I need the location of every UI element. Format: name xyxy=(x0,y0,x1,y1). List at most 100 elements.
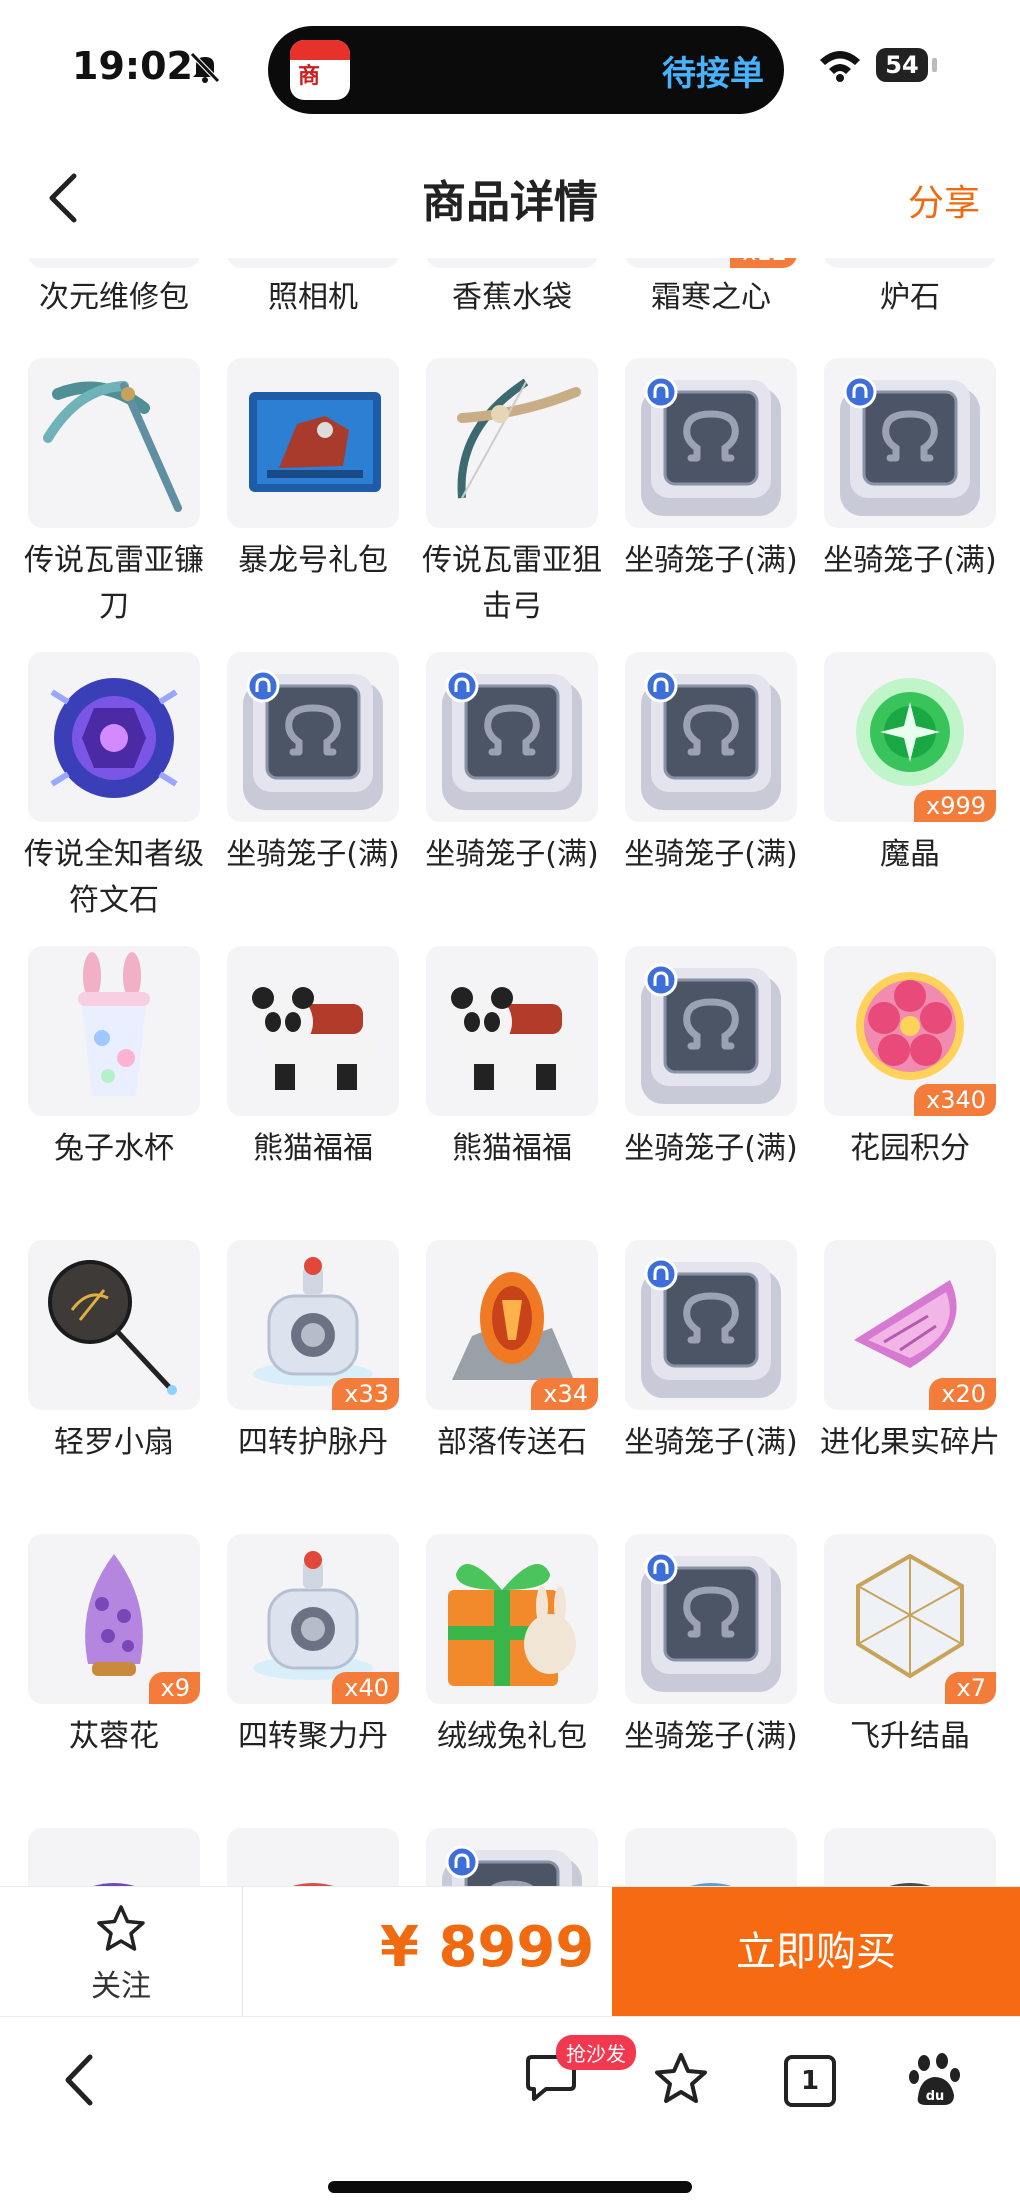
price-display: ¥ 8999 xyxy=(380,1915,595,1980)
item-card[interactable] xyxy=(625,1828,797,1886)
item-thumbnail xyxy=(28,1240,200,1410)
item-card[interactable]: x34 部落传送石 xyxy=(426,1240,598,1520)
item-label: 霜寒之心 xyxy=(651,280,771,315)
item-card[interactable]: 传说瓦雷亚狙击弓 xyxy=(422,358,602,638)
item-card[interactable]: x20 进化果实碎片 xyxy=(820,1240,1000,1520)
item-label: 坐骑笼子(满) xyxy=(624,543,798,578)
scythe-icon xyxy=(28,358,200,528)
item-card[interactable]: x340 花园积分 xyxy=(824,946,996,1226)
item-thumbnail xyxy=(227,258,399,268)
item-card[interactable]: 传说全知者级符文石 xyxy=(24,652,204,932)
item-thumbnail xyxy=(824,358,996,528)
item-thumbnail xyxy=(28,1828,200,1886)
item-thumbnail xyxy=(426,1828,598,1886)
item-card[interactable]: 坐骑笼子(满) xyxy=(624,1240,798,1520)
item-thumbnail xyxy=(625,652,797,822)
browser-back-icon[interactable] xyxy=(60,2051,100,2109)
item-card[interactable]: 坐骑笼子(满) xyxy=(425,652,599,932)
item-card[interactable]: 坐骑笼子(满) xyxy=(226,652,400,932)
nav-header: 商品详情 分享 xyxy=(0,140,1020,258)
mount-cage-icon xyxy=(625,652,797,822)
item-label: 熊猫福福 xyxy=(452,1131,572,1166)
quantity-badge: x999 xyxy=(913,790,996,822)
quantity-badge: x34 xyxy=(531,1378,598,1410)
quantity-badge: x12 xyxy=(730,258,797,268)
buy-now-button[interactable]: 立即购买 xyxy=(612,1887,1020,2017)
item-label: 次元维修包 xyxy=(39,280,189,315)
item-card[interactable]: 坐骑笼子(满) xyxy=(624,652,798,932)
item-label: 轻罗小扇 xyxy=(54,1425,174,1460)
item-thumbnail xyxy=(227,1828,399,1886)
item-thumbnail xyxy=(824,258,996,268)
item-card[interactable]: x12 霜寒之心 xyxy=(625,258,797,338)
star-outline-icon xyxy=(97,1905,145,1951)
page-title: 商品详情 xyxy=(422,177,598,228)
item-thumbnail: x33 xyxy=(227,1240,399,1410)
share-button[interactable]: 分享 xyxy=(908,174,980,226)
item-thumbnail xyxy=(625,946,797,1116)
item-card[interactable] xyxy=(28,1828,200,1886)
follow-label: 关注 xyxy=(91,1969,151,2004)
item-card[interactable] xyxy=(227,1828,399,1886)
item-card[interactable]: x9 苁蓉花 xyxy=(28,1534,200,1814)
item-thumbnail xyxy=(625,1240,797,1410)
item-thumbnail: x999 xyxy=(824,652,996,822)
baidu-paw-icon[interactable]: du xyxy=(908,2053,964,2109)
item-card[interactable] xyxy=(824,1828,996,1886)
dynamic-island[interactable]: 商 待接单 xyxy=(268,26,784,114)
svg-text:du: du xyxy=(926,2089,945,2104)
quantity-badge: x20 xyxy=(929,1378,996,1410)
follow-button[interactable]: 关注 xyxy=(0,1887,243,2017)
item-card[interactable]: 轻罗小扇 xyxy=(28,1240,200,1520)
item-card[interactable] xyxy=(426,1828,598,1886)
item-card[interactable]: x999 魔晶 xyxy=(824,652,996,932)
home-indicator xyxy=(328,2181,692,2193)
quantity-badge: x33 xyxy=(332,1378,399,1410)
panda-icon xyxy=(426,946,598,1116)
item-card[interactable]: 坐骑笼子(满) xyxy=(624,358,798,638)
item-thumbnail: x9 xyxy=(28,1534,200,1704)
item-card[interactable]: 炉石 xyxy=(824,258,996,338)
item-thumbnail xyxy=(625,358,797,528)
item-card[interactable]: 熊猫福福 xyxy=(426,946,598,1226)
item-label: 熊猫福福 xyxy=(253,1131,373,1166)
tabs-button[interactable]: 1 xyxy=(784,2055,836,2107)
comment-badge: 抢沙发 xyxy=(556,2035,636,2070)
mount-cage-icon xyxy=(625,1240,797,1410)
item-card[interactable]: 传说瓦雷亚镰刀 xyxy=(24,358,204,638)
item-card[interactable]: x33 四转护脉丹 xyxy=(227,1240,399,1520)
status-time: 19:02 xyxy=(72,44,193,88)
item-card[interactable]: 兔子水杯 xyxy=(28,946,200,1226)
bow-icon xyxy=(426,358,598,528)
fan-icon xyxy=(28,1240,200,1410)
item-card[interactable]: 坐骑笼子(满) xyxy=(624,1534,798,1814)
favorite-star-icon[interactable] xyxy=(652,2051,710,2107)
item-card[interactable]: 坐骑笼子(满) xyxy=(823,358,997,638)
mount-cage-icon xyxy=(625,946,797,1116)
item-thumbnail xyxy=(227,358,399,528)
mount-cage-icon xyxy=(227,652,399,822)
item-label: 魔晶 xyxy=(880,837,940,872)
item-card[interactable]: 香蕉水袋 xyxy=(426,258,598,338)
gift-box-icon xyxy=(227,358,399,528)
panda-icon xyxy=(227,946,399,1116)
item-label: 进化果实碎片 xyxy=(820,1425,1000,1460)
item-card[interactable]: 照相机 xyxy=(227,258,399,338)
item-card[interactable]: x7 飞升结晶 xyxy=(824,1534,996,1814)
item-thumbnail xyxy=(28,258,200,268)
item-card[interactable]: 次元维修包 xyxy=(28,258,200,338)
item-card[interactable]: x40 四转聚力丹 xyxy=(227,1534,399,1814)
item-thumbnail xyxy=(28,946,200,1116)
item-label: 炉石 xyxy=(880,280,940,315)
item-label: 暴龙号礼包 xyxy=(238,543,388,578)
item-card[interactable]: 暴龙号礼包 xyxy=(227,358,399,638)
item-thumbnail xyxy=(227,652,399,822)
mount-cage-icon xyxy=(426,652,598,822)
item-card[interactable]: 熊猫福福 xyxy=(227,946,399,1226)
mount-cage-icon xyxy=(625,358,797,528)
item-card[interactable]: 坐骑笼子(满) xyxy=(624,946,798,1226)
item-thumbnail xyxy=(28,358,200,528)
item-label: 照相机 xyxy=(268,280,358,315)
wifi-icon xyxy=(820,51,860,82)
item-card[interactable]: 绒绒兔礼包 xyxy=(426,1534,598,1814)
